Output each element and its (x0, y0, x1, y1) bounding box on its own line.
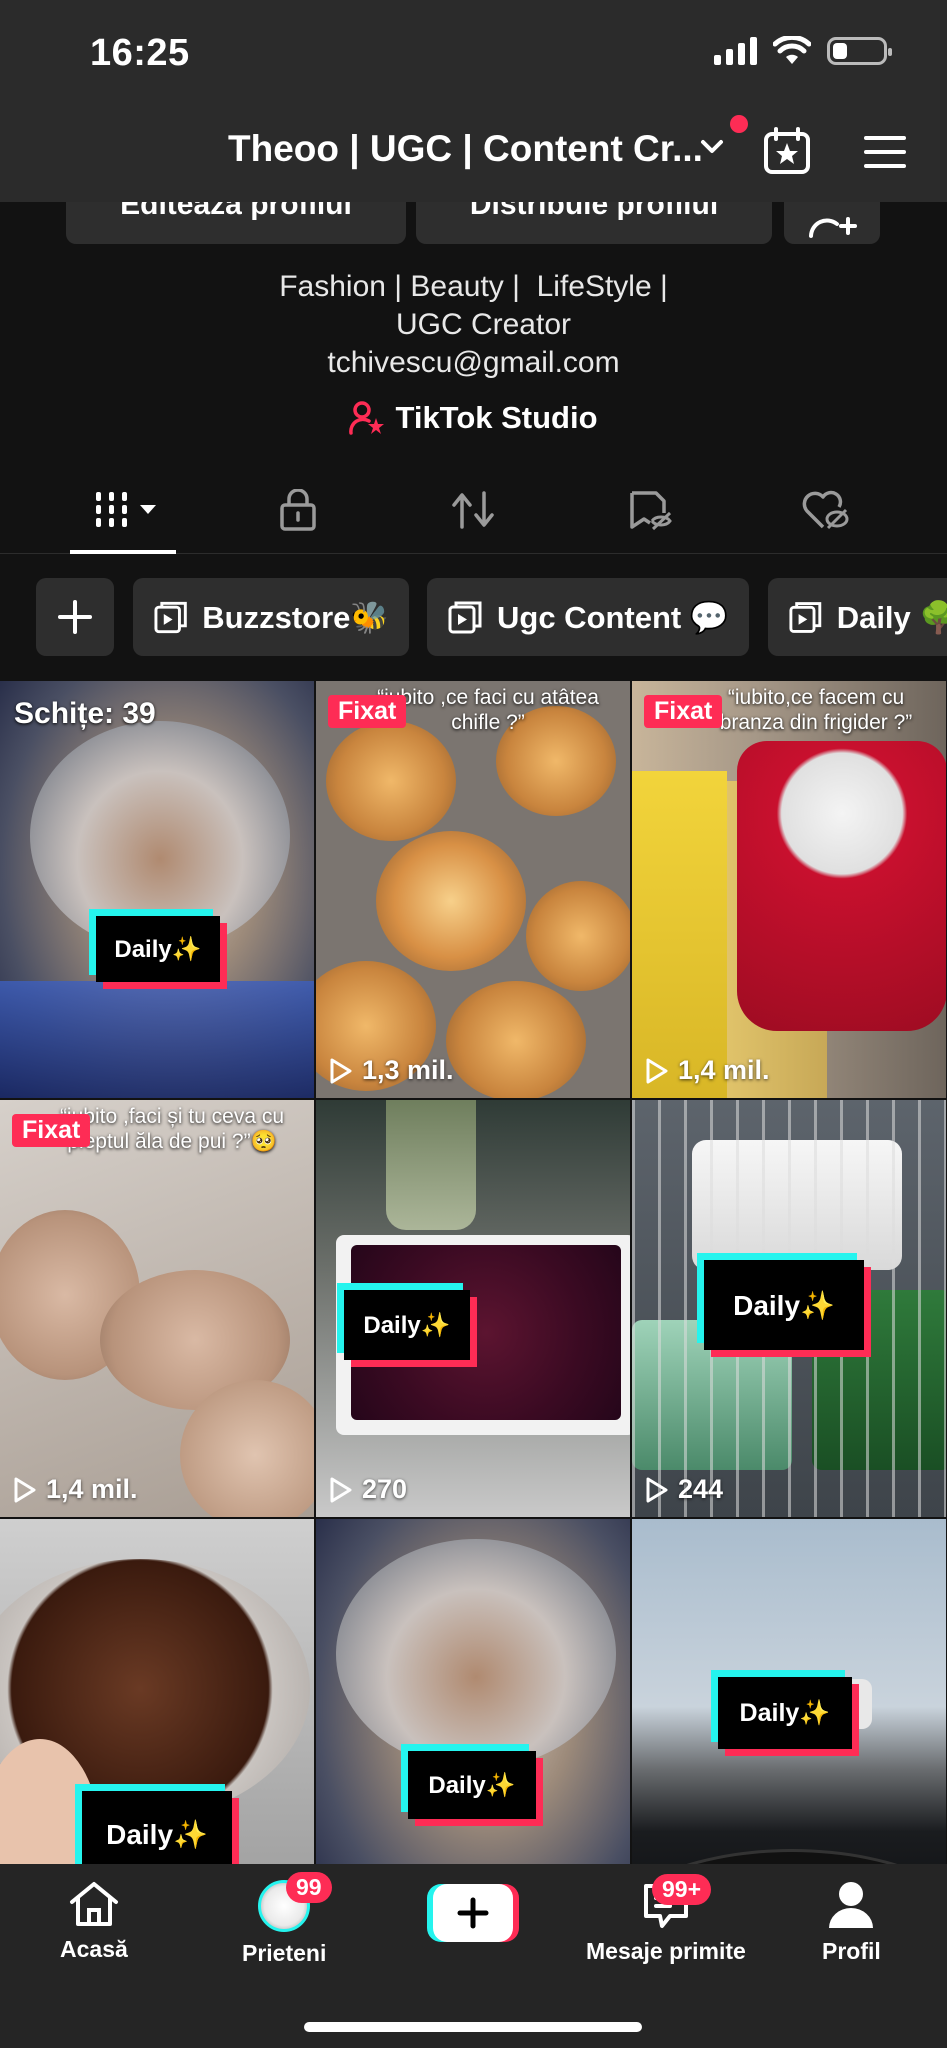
collection-icon (789, 602, 822, 633)
daily-sticker: Daily✨ (704, 1260, 864, 1350)
view-count: 1,3 mil. (328, 1055, 454, 1086)
wifi-icon (773, 36, 811, 64)
collection-label: Buzzstore🐝 (202, 599, 389, 635)
profile-icon (829, 1882, 874, 1928)
calendar-star-icon[interactable] (762, 126, 812, 176)
play-icon (646, 1058, 668, 1083)
pinned-badge: Fixat (644, 695, 723, 728)
nav-home-label: Acasă (60, 1936, 128, 1962)
bio-email[interactable]: tchivescu@gmail.com (0, 344, 947, 382)
view-count: 1,4 mil. (12, 1474, 138, 1505)
creator-star-icon (349, 401, 385, 435)
collection-icon (154, 601, 187, 634)
nav-profile-label: Profil (822, 1938, 881, 1964)
create-post-button[interactable] (427, 1884, 519, 1942)
nav-inbox[interactable]: Mesaje primite 99+ (586, 1874, 746, 1965)
lock-icon (280, 489, 316, 531)
nav-inbox-label: Mesaje primite (586, 1938, 746, 1964)
liked-hidden-icon (802, 490, 849, 530)
video-tile[interactable]: Daily✨ (0, 1519, 314, 1864)
collection-ugc-content[interactable]: Ugc Content 💬 (427, 578, 749, 656)
pinned-badge: Fixat (328, 695, 407, 728)
collection-label: Daily 🌳 (836, 599, 947, 635)
profile-bio: Fashion | Beauty | LifeStyle | UGC Creat… (0, 268, 947, 382)
top-bar: 16:25 Theoo | UGC | Content Cr... (0, 0, 947, 202)
collections-row: Buzzstore🐝 Ugc Content 💬 Daily 🌳 (0, 578, 947, 658)
tiktok-studio-label: TikTok Studio (395, 400, 598, 435)
chevron-down-icon[interactable] (697, 132, 727, 162)
home-icon (69, 1882, 118, 1926)
video-grid: Schițe: 39 Daily✨ “iubito ,ce faci cu at… (0, 681, 947, 1864)
video-tile[interactable]: “iubito ,faci și tu ceva cu pieptul ăla … (0, 1100, 314, 1517)
video-tile[interactable]: “iubito,ce facem cu branza din frigider … (632, 681, 946, 1098)
play-icon (14, 1477, 36, 1502)
drafts-tile[interactable]: Schițe: 39 Daily✨ (0, 681, 314, 1098)
saved-hidden-icon (630, 491, 672, 531)
hamburger-menu-icon[interactable] (862, 134, 908, 170)
video-tile[interactable]: “iubito ,ce faci cu atâtea chifle ?” Fix… (316, 681, 630, 1098)
tab-reposts[interactable] (433, 480, 513, 540)
collection-buzzstore[interactable]: Buzzstore🐝 (133, 578, 409, 656)
play-icon (646, 1477, 668, 1502)
collection-daily[interactable]: Daily 🌳 (768, 578, 947, 656)
drafts-count: Schițe: 39 (14, 697, 156, 730)
daily-sticker: Daily✨ (344, 1290, 470, 1360)
video-tile[interactable]: Daily✨ (632, 1519, 946, 1864)
repost-icon (452, 491, 494, 529)
profile-tabs (0, 470, 947, 554)
notification-dot (730, 115, 748, 133)
video-tile[interactable]: Daily✨ 244 (632, 1100, 946, 1517)
view-count: 1,4 mil. (644, 1055, 770, 1086)
grid-icon (96, 492, 156, 527)
play-icon (330, 1477, 352, 1502)
tiktok-studio-link[interactable]: TikTok Studio (0, 400, 947, 436)
nav-profile[interactable]: Profil (822, 1880, 881, 1965)
bio-line: Fashion | Beauty | LifeStyle | (279, 270, 668, 303)
plus-icon (58, 600, 92, 634)
bio-line: UGC Creator (395, 308, 572, 341)
tab-saved[interactable] (609, 480, 689, 540)
add-collection-button[interactable] (36, 578, 114, 656)
video-tile[interactable]: Daily✨ (316, 1519, 630, 1864)
nav-friends[interactable]: Prieteni 99 (242, 1872, 332, 1967)
battery-icon (827, 37, 892, 65)
inbox-badge: 99+ (652, 1874, 712, 1905)
friends-badge: 99 (286, 1872, 332, 1903)
cellular-signal-icon (714, 37, 757, 65)
daily-sticker: Daily✨ (718, 1677, 852, 1749)
status-time: 16:25 (90, 32, 190, 74)
collection-label: Ugc Content 💬 (497, 599, 729, 635)
daily-sticker: Daily✨ (96, 916, 220, 982)
video-tile[interactable]: Daily✨ 270 (316, 1100, 630, 1517)
nav-friends-label: Prieteni (242, 1940, 327, 1966)
play-icon (330, 1058, 352, 1083)
view-count: 244 (644, 1474, 723, 1505)
pinned-badge: Fixat (12, 1114, 91, 1147)
collection-icon (448, 601, 482, 634)
status-icons (714, 36, 892, 66)
tab-videos[interactable] (82, 480, 172, 540)
home-indicator (304, 2022, 642, 2032)
account-switcher-title[interactable]: Theoo | UGC | Content Cr... (228, 128, 703, 170)
active-tab-indicator (70, 550, 176, 554)
bottom-navigation: Acasă Prieteni 99 Mesaje primite 99+ Pro… (0, 1864, 947, 2048)
daily-sticker: Daily✨ (408, 1751, 536, 1819)
daily-sticker: Daily✨ (82, 1791, 232, 1864)
view-count: 270 (328, 1474, 407, 1505)
nav-home[interactable]: Acasă (60, 1880, 128, 1963)
tab-private[interactable] (258, 480, 338, 540)
tab-liked[interactable] (785, 480, 865, 540)
